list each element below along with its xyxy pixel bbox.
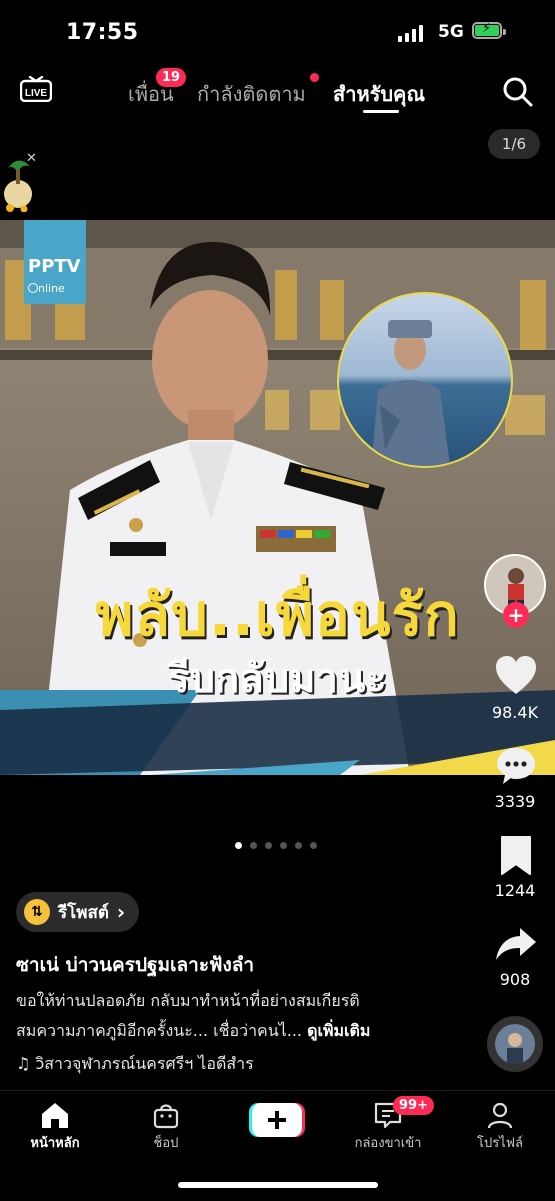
heart-icon[interactable] xyxy=(494,654,538,698)
create-button[interactable] xyxy=(249,1101,305,1139)
comment-icon[interactable] xyxy=(494,744,538,788)
home-icon xyxy=(42,1103,68,1128)
live-label: LIVE xyxy=(25,88,48,99)
nav-home[interactable]: หน้าหลัก xyxy=(15,1100,95,1153)
page-dot[interactable] xyxy=(280,842,287,849)
music-disc-image xyxy=(495,1024,535,1064)
home-indicator xyxy=(178,1182,378,1188)
live-icon[interactable]: LIVE xyxy=(20,76,52,102)
comment-count: 3339 xyxy=(494,792,536,811)
bookmark-icon[interactable] xyxy=(494,834,538,878)
shopping-bag-icon xyxy=(153,1104,179,1129)
inbox-badge: 99+ xyxy=(393,1096,434,1115)
cellular-signal-icon xyxy=(398,24,423,42)
page-dot[interactable] xyxy=(235,842,242,849)
network-type: 5G xyxy=(438,22,464,42)
caption-line-2: สมความภาคภูมิอีกครั้งนะ... เชื่อว่าคนไ..… xyxy=(16,1021,302,1040)
share-icon[interactable] xyxy=(494,922,538,966)
chevron-right-icon: › xyxy=(116,900,126,924)
battery-icon xyxy=(472,21,506,39)
search-icon[interactable] xyxy=(502,76,534,108)
caption-line-1: ขอให้ท่านปลอดภัย กลับมาทำหน้าที่อย่างสมเ… xyxy=(16,991,360,1010)
nav-shop[interactable]: ช็อป xyxy=(126,1100,206,1153)
promo-close-icon[interactable]: ✕ xyxy=(26,151,37,166)
repost-button[interactable]: ⇅ รีโพสต์ › xyxy=(16,892,140,932)
friends-badge: 19 xyxy=(156,68,187,87)
pptv-online-icon xyxy=(28,283,38,293)
see-more-link[interactable]: ดูเพิ่มเติม xyxy=(307,1021,370,1040)
pptv-logo-title: PPTV xyxy=(28,256,81,277)
pptv-logo-sub: nline xyxy=(38,282,65,295)
photo-pagination xyxy=(235,842,317,849)
tab-following[interactable]: กำลังติดตาม xyxy=(197,78,306,110)
nav-home-label: หน้าหลัก xyxy=(30,1136,80,1151)
photo-overlay-subtitle: รีบกลับมานะ xyxy=(168,656,387,702)
page-dot[interactable] xyxy=(310,842,317,849)
music-ticker[interactable]: ♫ ɔิสาวจุฬาภรณ์นครศรีฯ ไอดีสำร xyxy=(16,1052,254,1077)
follow-plus-button[interactable]: + xyxy=(503,602,529,628)
music-title: ɔิสาวจุฬาภรณ์นครศรีฯ ไอดีสำร xyxy=(35,1054,254,1073)
repost-label: รีโพสต์ xyxy=(58,902,109,923)
post-caption[interactable]: ขอให้ท่านปลอดภัย กลับมาทำหน้าที่อย่างสมเ… xyxy=(16,986,456,1046)
profile-icon xyxy=(487,1102,513,1129)
repost-icon: ⇅ xyxy=(24,899,50,925)
nav-profile-label: โปรไฟล์ xyxy=(477,1136,523,1151)
tab-for-you[interactable]: สำหรับคุณ xyxy=(333,78,425,110)
status-time: 17:55 xyxy=(66,20,139,45)
page-dot[interactable] xyxy=(250,842,257,849)
photo-counter: 1/6 xyxy=(488,129,540,159)
share-count: 908 xyxy=(499,970,531,989)
music-disc-icon[interactable] xyxy=(487,1016,543,1072)
active-tab-indicator xyxy=(363,110,399,113)
page-dot[interactable] xyxy=(295,842,302,849)
author-name[interactable]: ซาเน่ บ่าวนครปฐมเลาะฟังลำ xyxy=(16,950,254,980)
nav-inbox-label: กล่องขาเข้า xyxy=(354,1136,422,1151)
like-count: 98.4K xyxy=(491,703,539,722)
nav-profile[interactable]: โปรไฟล์ xyxy=(460,1100,540,1153)
save-count: 1244 xyxy=(494,881,536,900)
nav-shop-label: ช็อป xyxy=(153,1136,179,1151)
music-note-icon: ♫ xyxy=(16,1054,31,1073)
page-dot[interactable] xyxy=(265,842,272,849)
following-new-dot xyxy=(310,73,319,82)
